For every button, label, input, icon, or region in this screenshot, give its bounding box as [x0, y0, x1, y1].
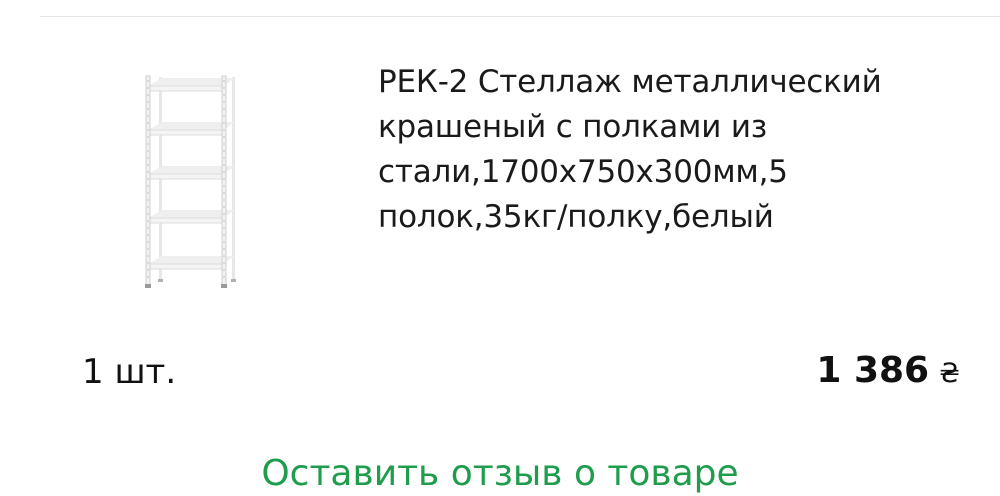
shelving-rack-icon — [145, 75, 236, 288]
currency-symbol: ₴ — [939, 358, 960, 389]
price: 1 386 ₴ — [816, 350, 960, 395]
leave-review-button[interactable]: Оставить отзыв о товаре — [0, 452, 1000, 496]
price-amount: 1 386 — [816, 350, 930, 391]
quantity-label: 1 шт. — [82, 352, 177, 392]
top-divider — [40, 16, 1000, 17]
product-title[interactable]: РЕК-2 Стеллаж металлический крашеный с п… — [378, 60, 938, 240]
product-image[interactable] — [128, 72, 244, 294]
